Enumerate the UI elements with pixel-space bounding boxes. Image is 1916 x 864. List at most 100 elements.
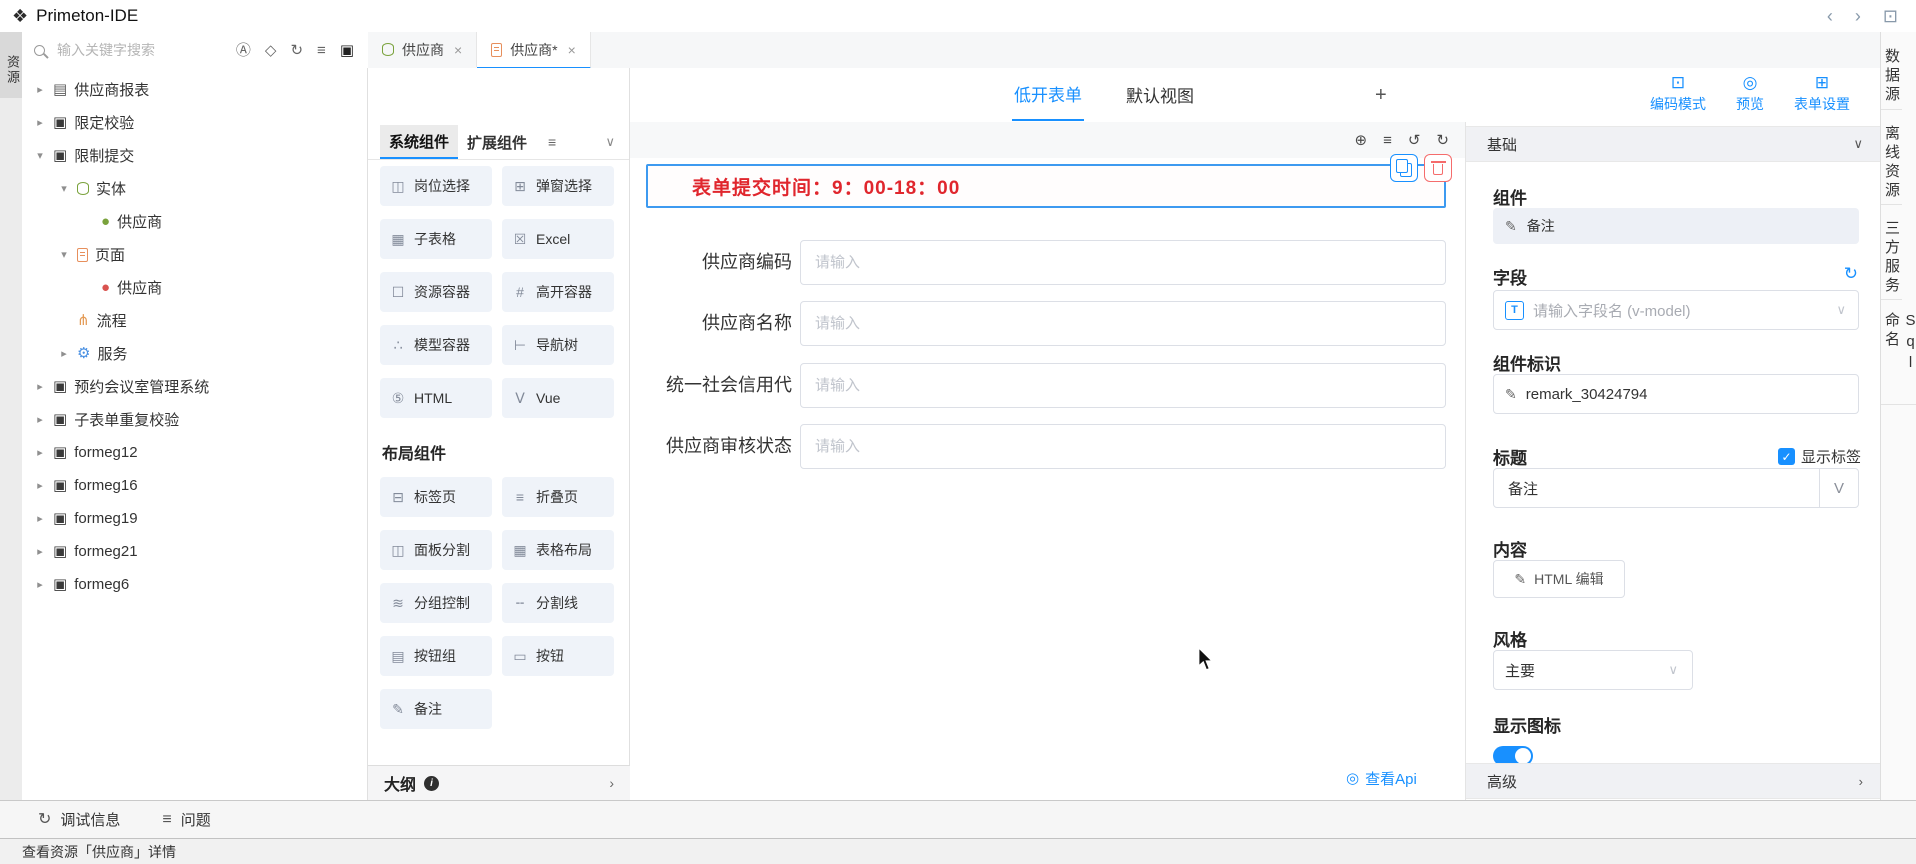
search-input[interactable] xyxy=(55,41,209,59)
view-tab[interactable]: 默认视图 xyxy=(1124,68,1196,121)
outline-section-header[interactable]: 大纲 i › xyxy=(368,765,630,801)
palette-component[interactable]: ⊢导航树 xyxy=(502,325,614,365)
tree-item[interactable]: ▾▣限制提交 xyxy=(22,139,367,172)
palette-component[interactable]: ≡折叠页 xyxy=(502,477,614,517)
palette-component[interactable]: ⑤HTML xyxy=(380,378,492,418)
palette-component[interactable]: #高开容器 xyxy=(502,272,614,312)
tree-item[interactable]: ▸▤供应商报表 xyxy=(22,73,367,106)
expand-arrow-icon[interactable]: ▸ xyxy=(34,413,46,426)
dock-tab[interactable]: 三方服务 xyxy=(1881,205,1902,300)
code-doc-icon[interactable]: ▣ xyxy=(340,43,354,58)
view-tab[interactable]: 低开表单 xyxy=(1012,68,1084,121)
close-icon[interactable]: × xyxy=(454,42,462,58)
doc-tab[interactable]: 供应商× xyxy=(368,32,477,67)
add-view-button[interactable]: + xyxy=(1375,84,1387,107)
form-field-input[interactable] xyxy=(800,240,1446,285)
tree-item[interactable]: ▸▣formeg21 xyxy=(22,535,367,568)
section-basic-header[interactable]: 基础 ∨ xyxy=(1466,126,1881,162)
outline-tree-icon[interactable]: ≡ xyxy=(1383,133,1392,148)
palette-component[interactable]: ☐资源容器 xyxy=(380,272,492,312)
palette-component[interactable]: ∴模型容器 xyxy=(380,325,492,365)
title-suffix-button[interactable]: V xyxy=(1819,469,1858,507)
palette-component[interactable]: ≋分组控制 xyxy=(380,583,492,623)
expand-arrow-icon[interactable]: ▸ xyxy=(34,512,46,525)
palette-tab[interactable]: 系统组件 xyxy=(380,125,458,159)
palette-component[interactable]: ▤按钮组 xyxy=(380,636,492,676)
collapse-arrow-icon[interactable]: ▾ xyxy=(58,248,70,261)
expand-arrow-icon[interactable]: ▸ xyxy=(34,479,46,492)
tree-item[interactable]: ▸▣formeg12 xyxy=(22,436,367,469)
tree-item[interactable]: ▸⚙服务 xyxy=(22,337,367,370)
palette-component[interactable]: ⊟标签页 xyxy=(380,477,492,517)
form-field-input[interactable] xyxy=(800,363,1446,408)
tree-item[interactable]: ⋔流程 xyxy=(22,304,367,337)
rail-tab-resources[interactable]: 资源 xyxy=(0,32,22,98)
palette-component[interactable]: ◫面板分割 xyxy=(380,530,492,570)
back-icon[interactable]: ‹ xyxy=(1827,6,1833,27)
tree-item[interactable]: ●供应商 xyxy=(22,205,367,238)
expand-arrow-icon[interactable]: ▸ xyxy=(34,116,46,129)
palette-component[interactable]: ▦表格布局 xyxy=(502,530,614,570)
redo-icon[interactable]: ↻ xyxy=(1436,133,1449,148)
i18n-globe-icon[interactable]: ⊕ xyxy=(1355,133,1368,148)
tree-item[interactable]: ▾实体 xyxy=(22,172,367,205)
refresh-icon[interactable]: ↻ xyxy=(290,43,303,58)
forward-icon[interactable]: › xyxy=(1855,6,1861,27)
remark-component-selected[interactable]: 表单提交时间：9：00-18：00 xyxy=(646,164,1446,208)
palette-component[interactable]: ◫岗位选择 xyxy=(380,166,492,206)
tree-item[interactable]: ▾页面 xyxy=(22,238,367,271)
refresh-field-icon[interactable]: ↻ xyxy=(1844,264,1858,284)
close-icon[interactable]: × xyxy=(568,42,576,58)
tree-item[interactable]: ▸▣formeg19 xyxy=(22,502,367,535)
tree-item[interactable]: ▸▣预约会议室管理系统 xyxy=(22,370,367,403)
component-type-item[interactable]: ✎ 备注 xyxy=(1493,208,1859,244)
delete-component-button[interactable] xyxy=(1424,154,1452,182)
tree-item[interactable]: ▸▣formeg6 xyxy=(22,568,367,601)
component-id-input[interactable]: ✎ remark_30424794 xyxy=(1493,374,1859,414)
header-action[interactable]: ⊞表单设置 xyxy=(1794,74,1850,114)
doc-tab[interactable]: 供应商*× xyxy=(477,32,591,69)
palette-component[interactable]: ▦子表格 xyxy=(380,219,492,259)
html-edit-button[interactable]: ✎ HTML 编辑 xyxy=(1493,560,1625,598)
palette-component[interactable]: ▭按钮 xyxy=(502,636,614,676)
show-label-checkbox[interactable]: ✓ 显示标签 xyxy=(1778,446,1861,467)
palette-component[interactable]: ╌分割线 xyxy=(502,583,614,623)
tree-item[interactable]: ▸▣formeg16 xyxy=(22,469,367,502)
header-action[interactable]: ⊡编码模式 xyxy=(1650,74,1706,114)
tree-item[interactable]: ●供应商 xyxy=(22,271,367,304)
collapse-arrow-icon[interactable]: ▾ xyxy=(34,149,46,162)
palette-menu-icon[interactable]: ≡ xyxy=(548,134,556,150)
section-advanced-header[interactable]: 高级 › xyxy=(1466,763,1881,799)
bottom-panel-tab[interactable]: ↻调试信息 xyxy=(38,809,120,830)
palette-component[interactable]: ⅤVue xyxy=(502,378,614,418)
undo-icon[interactable]: ↺ xyxy=(1408,133,1421,148)
header-action[interactable]: ◎预览 xyxy=(1736,74,1764,114)
collapse-arrow-icon[interactable]: ▾ xyxy=(58,182,70,195)
expand-arrow-icon[interactable]: ▸ xyxy=(34,545,46,558)
bottom-panel-tab[interactable]: ≡问题 xyxy=(162,809,210,830)
dock-tab[interactable]: 命名Sql xyxy=(1881,300,1916,405)
form-field-input[interactable] xyxy=(800,424,1446,469)
save-icon[interactable]: ⊡ xyxy=(1883,6,1898,27)
model-cube-icon[interactable]: ◇ xyxy=(265,43,277,58)
style-select[interactable]: 主要 ∨ xyxy=(1493,650,1693,690)
expand-arrow-icon[interactable]: ▸ xyxy=(34,446,46,459)
tree-item[interactable]: ▸▣限定校验 xyxy=(22,106,367,139)
palette-component[interactable]: ☒Excel xyxy=(502,219,614,259)
copy-component-button[interactable] xyxy=(1390,154,1418,182)
tree-item[interactable]: ▸▣子表单重复校验 xyxy=(22,403,367,436)
dock-tab[interactable]: 数据源 xyxy=(1881,32,1902,110)
dock-tab[interactable]: 离线资源 xyxy=(1881,110,1902,205)
sort-list-icon[interactable]: ≡ xyxy=(317,43,326,58)
palette-component[interactable]: ⊞弹窗选择 xyxy=(502,166,614,206)
form-field-input[interactable] xyxy=(800,301,1446,346)
palette-component[interactable]: ✎备注 xyxy=(380,689,492,729)
expand-arrow-icon[interactable]: ▸ xyxy=(34,578,46,591)
expand-arrow-icon[interactable]: ▸ xyxy=(34,83,46,96)
view-api-link[interactable]: ◎ 查看Api xyxy=(1346,768,1417,789)
title-input[interactable]: 备注 V xyxy=(1493,468,1859,508)
palette-tab[interactable]: 扩展组件 xyxy=(458,125,536,159)
ai-assist-icon[interactable]: Ⓐ xyxy=(236,43,251,58)
expand-arrow-icon[interactable]: ▸ xyxy=(34,380,46,393)
field-select[interactable]: T 请输入字段名 (v-model) ∨ xyxy=(1493,290,1859,330)
